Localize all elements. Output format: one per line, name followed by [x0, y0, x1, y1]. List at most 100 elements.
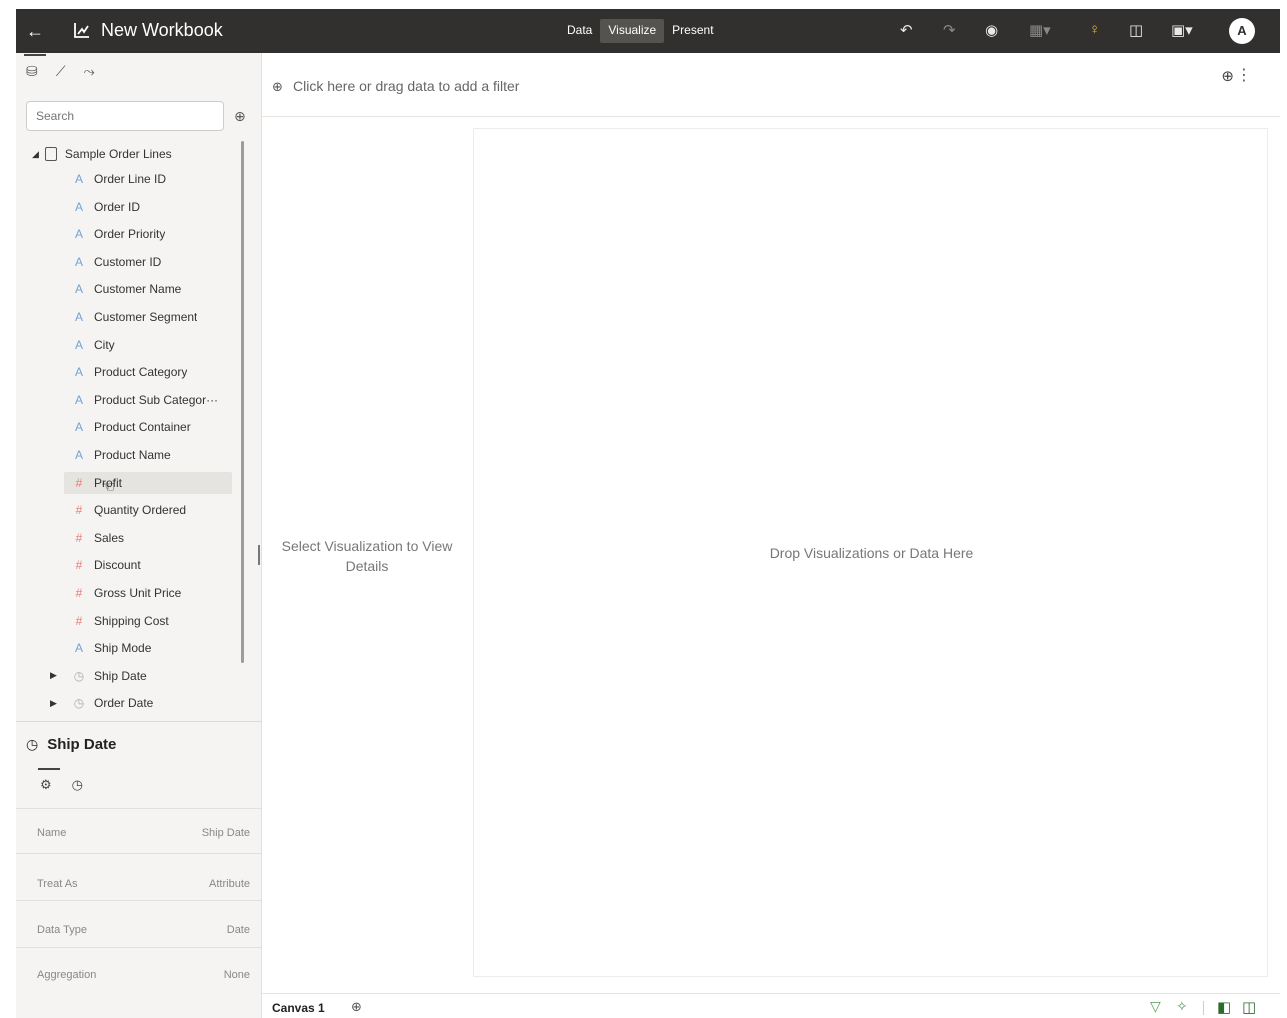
field-item[interactable]: # Profit: [64, 471, 232, 494]
panel-splitter[interactable]: [258, 545, 260, 565]
canvas-drop-message: Drop Visualizations or Data Here: [769, 545, 974, 561]
details-title: Ship Date: [47, 736, 117, 753]
visualizations-icon[interactable]: ⟋: [56, 63, 66, 80]
property-key: Aggregation: [37, 969, 97, 981]
field-item[interactable]: A Customer ID: [64, 251, 232, 273]
field-item[interactable]: A Ship Mode: [64, 637, 232, 659]
attribute-type-icon: A: [74, 641, 83, 656]
undo-icon[interactable]: ↶: [900, 21, 913, 39]
data-panel-tabs: ⛁ ⟋ ⤳: [24, 54, 95, 80]
field-item[interactable]: # Discount: [64, 554, 232, 576]
user-avatar[interactable]: A: [1229, 18, 1255, 44]
search-input[interactable]: [26, 101, 224, 131]
add-canvas-icon[interactable]: ⊕: [351, 999, 362, 1015]
field-label: Product Name: [94, 448, 171, 462]
grammar-panel-message: Select Visualization to View Details: [281, 538, 453, 574]
mode-switcher: Data Visualize Present: [559, 19, 722, 43]
field-label: Ship Mode: [94, 641, 152, 656]
time-type-icon: ◷: [73, 668, 85, 683]
mode-visualize[interactable]: Visualize: [600, 19, 665, 43]
field-item[interactable]: ▶ ◷ Ship Date: [50, 665, 232, 687]
mouse-pointer-icon: ☜: [101, 479, 116, 496]
details-panel: ◷ Ship Date ⚙ ◷ Name Ship Date Treat As …: [16, 721, 262, 1018]
auto-apply-icon[interactable]: ✧: [1176, 998, 1188, 1015]
details-header: ◷ Ship Date: [26, 736, 116, 753]
data-icon[interactable]: ⛁: [24, 54, 46, 80]
divider: [1203, 1001, 1204, 1015]
mode-present[interactable]: Present: [664, 19, 721, 43]
field-item[interactable]: A Product Sub Categor···: [64, 389, 232, 411]
field-item[interactable]: # Shipping Cost: [64, 610, 232, 632]
time-type-icon: ◷: [73, 696, 85, 711]
canvas-tab[interactable]: Canvas 1: [272, 1001, 325, 1015]
field-item[interactable]: A Order Priority: [64, 223, 232, 245]
field-label: City: [94, 337, 115, 352]
field-item[interactable]: # Quantity Ordered: [64, 499, 232, 521]
filter-bar[interactable]: ⊕ Click here or drag data to add a filte…: [262, 53, 1280, 117]
left-panel-toggle-icon[interactable]: ◧: [1217, 998, 1231, 1016]
redo-icon[interactable]: ↷: [943, 21, 956, 39]
general-icon[interactable]: ⚙: [38, 768, 60, 793]
attribute-type-icon: A: [74, 172, 83, 186]
filter-funnel-icon[interactable]: ▽: [1150, 998, 1161, 1015]
mode-data[interactable]: Data: [559, 19, 600, 43]
expand-triangle-icon[interactable]: ◢: [32, 149, 39, 160]
field-item[interactable]: A Product Category: [64, 361, 232, 383]
field-label: Product Container: [94, 420, 191, 435]
field-label: Customer Name: [94, 282, 182, 297]
field-item[interactable]: A Product Container: [64, 416, 232, 438]
workbook-title[interactable]: New Workbook: [101, 20, 223, 41]
property-value[interactable]: Ship Date: [202, 827, 250, 839]
field-label: Gross Unit Price: [94, 586, 182, 600]
attribute-type-icon: A: [74, 199, 83, 214]
field-label: Order ID: [94, 199, 141, 214]
field-label: Customer ID: [94, 254, 162, 269]
field-item[interactable]: # Sales: [64, 527, 232, 549]
expand-arrow-icon[interactable]: ▶: [50, 698, 57, 709]
add-dropdown-icon[interactable]: ▦▾: [1029, 21, 1051, 39]
back-arrow-icon[interactable]: ←: [26, 21, 44, 42]
property-value[interactable]: Date: [227, 924, 250, 936]
field-item[interactable]: ▶ ◷ Order Date: [50, 692, 232, 714]
field-label: Product Sub Categor···: [94, 392, 219, 407]
tree-scrollbar[interactable]: [241, 141, 244, 663]
insights-bulb-icon[interactable]: ♀: [1089, 21, 1100, 38]
details-tabs: ⚙ ◷: [38, 768, 83, 793]
preview-icon[interactable]: ◉: [985, 21, 998, 39]
attribute-type-icon: A: [74, 337, 83, 352]
field-label: Customer Segment: [94, 310, 198, 324]
save-dropdown-icon[interactable]: ▣▾: [1171, 21, 1193, 39]
property-value[interactable]: None: [224, 969, 250, 981]
data-source-node[interactable]: ◢ Sample Order Lines: [32, 147, 172, 161]
canvas-drop-area[interactable]: Drop Visualizations or Data Here: [473, 128, 1268, 977]
attribute-type-icon: A: [74, 227, 83, 242]
field-item[interactable]: A Customer Segment: [64, 306, 232, 328]
attribute-type-icon: A: [74, 282, 83, 297]
panels-toggle-icon[interactable]: ◫: [1242, 998, 1256, 1016]
globe-icon[interactable]: ⊕: [1221, 67, 1234, 85]
field-label: Quantity Ordered: [94, 503, 187, 518]
filter-bar-prompt[interactable]: Click here or drag data to add a filter: [293, 78, 519, 94]
property-row: Name Ship Date: [16, 808, 262, 853]
field-item[interactable]: A City: [64, 334, 232, 356]
field-item[interactable]: A Order ID: [64, 196, 232, 218]
add-filter-icon[interactable]: ⊕: [272, 79, 283, 95]
field-item[interactable]: A Product Name: [64, 444, 232, 466]
field-label: Order Priority: [94, 227, 166, 242]
property-value[interactable]: Attribute: [209, 878, 250, 890]
attribute-type-icon: A: [74, 254, 83, 269]
attribute-type-icon: A: [74, 448, 83, 462]
time-icon[interactable]: ◷: [72, 777, 83, 793]
analytics-icon[interactable]: ⤳: [84, 63, 95, 80]
property-key: Treat As: [37, 878, 78, 890]
add-data-icon[interactable]: ⊕: [234, 108, 246, 125]
field-item[interactable]: # Gross Unit Price: [64, 582, 232, 604]
export-icon[interactable]: ◫: [1129, 21, 1143, 39]
more-options-icon[interactable]: ⋮: [1236, 65, 1252, 85]
expand-arrow-icon[interactable]: ▶: [50, 670, 57, 681]
field-item[interactable]: A Customer Name: [64, 278, 232, 300]
property-key: Data Type: [37, 924, 87, 936]
measure-type-icon: #: [75, 503, 83, 518]
attribute-type-icon: A: [74, 392, 83, 407]
field-item[interactable]: A Order Line ID: [64, 168, 232, 190]
